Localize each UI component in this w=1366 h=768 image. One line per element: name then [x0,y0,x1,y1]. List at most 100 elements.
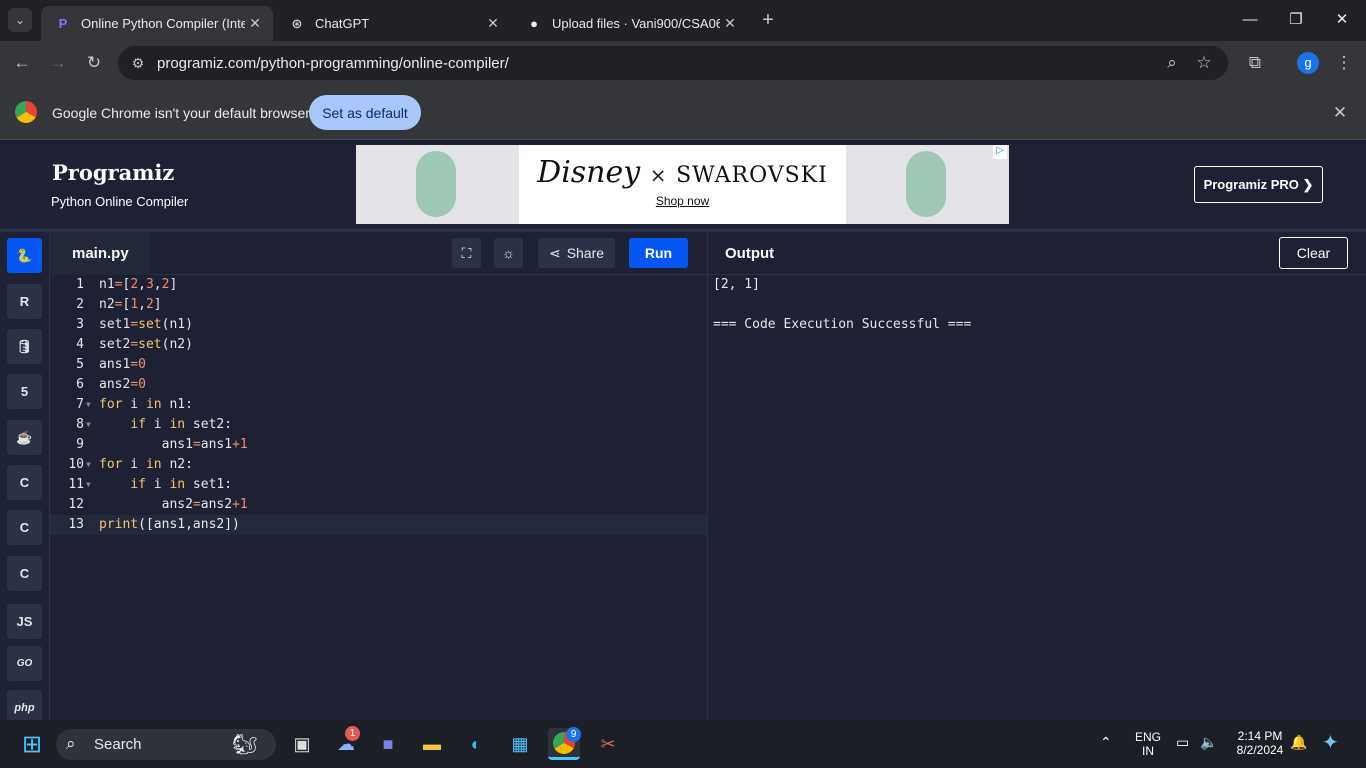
forward-icon[interactable]: → [46,51,70,75]
back-icon[interactable]: ← [10,51,34,75]
code-line-current[interactable]: 13 print([ans1,ans2]) [50,515,707,535]
code-editor[interactable]: 1 n1=[2,3,2] 2 n2=[1,2] 3 set1=set(n1) 4… [50,275,707,720]
ad-shop-now-link[interactable]: Shop now [519,194,846,208]
line-number: 12 [68,497,84,512]
output-title: Output [725,245,775,262]
file-explorer-icon[interactable]: ▬ [416,728,448,760]
minimize-icon[interactable]: — [1228,8,1272,32]
code-text: n2=[1,2] [99,297,162,312]
code-line[interactable]: 9 ans1=ans1+1 [50,435,707,455]
bookmark-star-icon[interactable]: ☆ [1192,51,1216,75]
fold-arrow-icon[interactable]: ▼ [86,415,91,435]
microsoft-store-icon[interactable]: ▦ [504,728,536,760]
tab-search-icon[interactable]: ⌄ [8,8,32,32]
tab-title: ChatGPT [315,16,370,31]
programiz-icon: P [58,16,68,31]
line-number: 5 [76,357,84,372]
line-number: 4 [76,337,84,352]
fullscreen-icon[interactable]: ⛶ [452,238,481,268]
set-default-button[interactable]: Set as default [309,95,421,130]
code-line[interactable]: 5 ans1=0 [50,355,707,375]
snipping-tool-icon[interactable]: ✂ [592,728,624,760]
volume-icon[interactable]: 🔈 [1200,734,1217,751]
extensions-icon[interactable]: ⧉ [1243,51,1267,75]
line-number: 1 [76,277,84,292]
copilot-icon[interactable]: ✦ [1322,730,1339,755]
r-language-icon[interactable]: R [7,284,42,319]
tab-title: Upload files · Vani900/CSA0690 [552,16,720,31]
network-icon[interactable]: ▭ [1176,734,1189,751]
share-button[interactable]: ⋖ Share [538,238,615,268]
javascript-language-icon[interactable]: JS [7,604,42,639]
theme-toggle-icon[interactable]: ☼ [494,238,523,268]
fold-arrow-icon[interactable]: ▼ [86,395,91,415]
teams-meet-icon[interactable]: ■ [372,728,404,760]
programiz-pro-button[interactable]: Programiz PRO ❯ [1194,166,1323,203]
notifications-bell-icon[interactable]: 🔔 [1290,734,1307,751]
c-language-icon[interactable]: C [7,465,42,500]
code-line[interactable]: 10 ▼ for i in n2: [50,455,707,475]
code-line[interactable]: 4 set2=set(n2) [50,335,707,355]
address-bar[interactable]: ⚙ programiz.com/python-programming/onlin… [118,46,1228,80]
code-line[interactable]: 3 set1=set(n1) [50,315,707,335]
taskbar-search[interactable]: ⌕ Search 🐿 [56,729,276,760]
code-line[interactable]: 6 ans2=0 [50,375,707,395]
new-tab-button[interactable]: + [756,8,780,32]
chatgpt-icon: ⊛ [291,15,303,31]
show-hidden-icons-icon[interactable]: ⌃ [1100,734,1112,751]
csharp-language-icon[interactable]: C [7,556,42,591]
line-number: 10 [68,457,84,472]
code-line[interactable]: 8 ▼ if i in set2: [50,415,707,435]
fold-arrow-icon[interactable]: ▼ [86,455,91,475]
tab-programiz[interactable]: P Online Python Compiler (Interp ✕ [41,6,273,41]
programiz-logo[interactable]: Programiz [52,160,174,185]
code-line[interactable]: 2 n2=[1,2] [50,295,707,315]
github-icon: ● [530,16,538,31]
task-view-icon[interactable]: ▣ [286,728,318,760]
zoom-icon[interactable]: ⌕ [1160,51,1184,75]
close-infobar-icon[interactable]: ✕ [1328,101,1352,125]
code-line[interactable]: 12 ans2=ans2+1 [50,495,707,515]
html-language-icon[interactable]: 5 [7,374,42,409]
code-line[interactable]: 11 ▼ if i in set1: [50,475,707,495]
code-line[interactable]: 7 ▼ for i in n1: [50,395,707,415]
start-windows-icon[interactable]: ⊞ [16,728,48,760]
fold-arrow-icon[interactable]: ▼ [86,475,91,495]
ad-choices-icon[interactable]: ▷ [993,145,1007,159]
line-number: 13 [68,517,84,532]
code-text: ans2=0 [99,377,146,392]
site-info-icon[interactable]: ⚙ [126,51,150,75]
advertisement-banner[interactable]: Disney × SWAROVSKI Shop now ▷ [356,145,1009,224]
clock-date: 8/2/2024 [1236,743,1284,757]
tab-chatgpt[interactable]: ⊛ ChatGPT ✕ [275,6,511,41]
code-line[interactable]: 1 n1=[2,3,2] [50,275,707,295]
java-language-icon[interactable]: ☕ [7,420,42,455]
language-indicator[interactable]: ENG IN [1134,730,1162,758]
profile-avatar[interactable]: g [1297,52,1319,74]
reload-icon[interactable]: ↻ [82,51,106,75]
go-language-icon[interactable]: GO [7,646,42,681]
close-tab-icon[interactable]: ✕ [483,15,503,32]
share-label: Share [566,245,605,261]
clear-button[interactable]: Clear [1279,237,1348,269]
default-browser-infobar: Google Chrome isn't your default browser… [0,85,1366,140]
edge-icon[interactable]: ◐ [460,728,492,760]
output-console[interactable]: [2, 1] === Code Execution Successful === [707,275,1366,720]
close-window-icon[interactable]: ✕ [1320,8,1364,32]
file-tab[interactable]: main.py [50,232,150,275]
close-tab-icon[interactable]: ✕ [720,15,740,32]
cpp-language-icon[interactable]: C [7,510,42,545]
output-line: === Code Execution Successful === [713,317,972,332]
tab-github[interactable]: ● Upload files · Vani900/CSA0690 ✕ [512,6,748,41]
ad-partner: SWAROVSKI [676,163,828,188]
menu-icon[interactable]: ⋮ [1332,51,1356,75]
close-tab-icon[interactable]: ✕ [245,15,265,32]
python-language-icon[interactable]: 🐍 [7,238,42,273]
run-button[interactable]: Run [629,238,688,268]
url-text[interactable]: programiz.com/python-programming/online-… [157,55,509,72]
restore-icon[interactable]: ❐ [1274,8,1318,32]
sql-language-icon[interactable]: 🛢 [7,329,42,364]
code-text: for i in n1: [99,397,193,412]
clock[interactable]: 2:14 PM 8/2/2024 [1232,729,1288,757]
programiz-header: Programiz Python Online Compiler Disney … [0,140,1366,232]
